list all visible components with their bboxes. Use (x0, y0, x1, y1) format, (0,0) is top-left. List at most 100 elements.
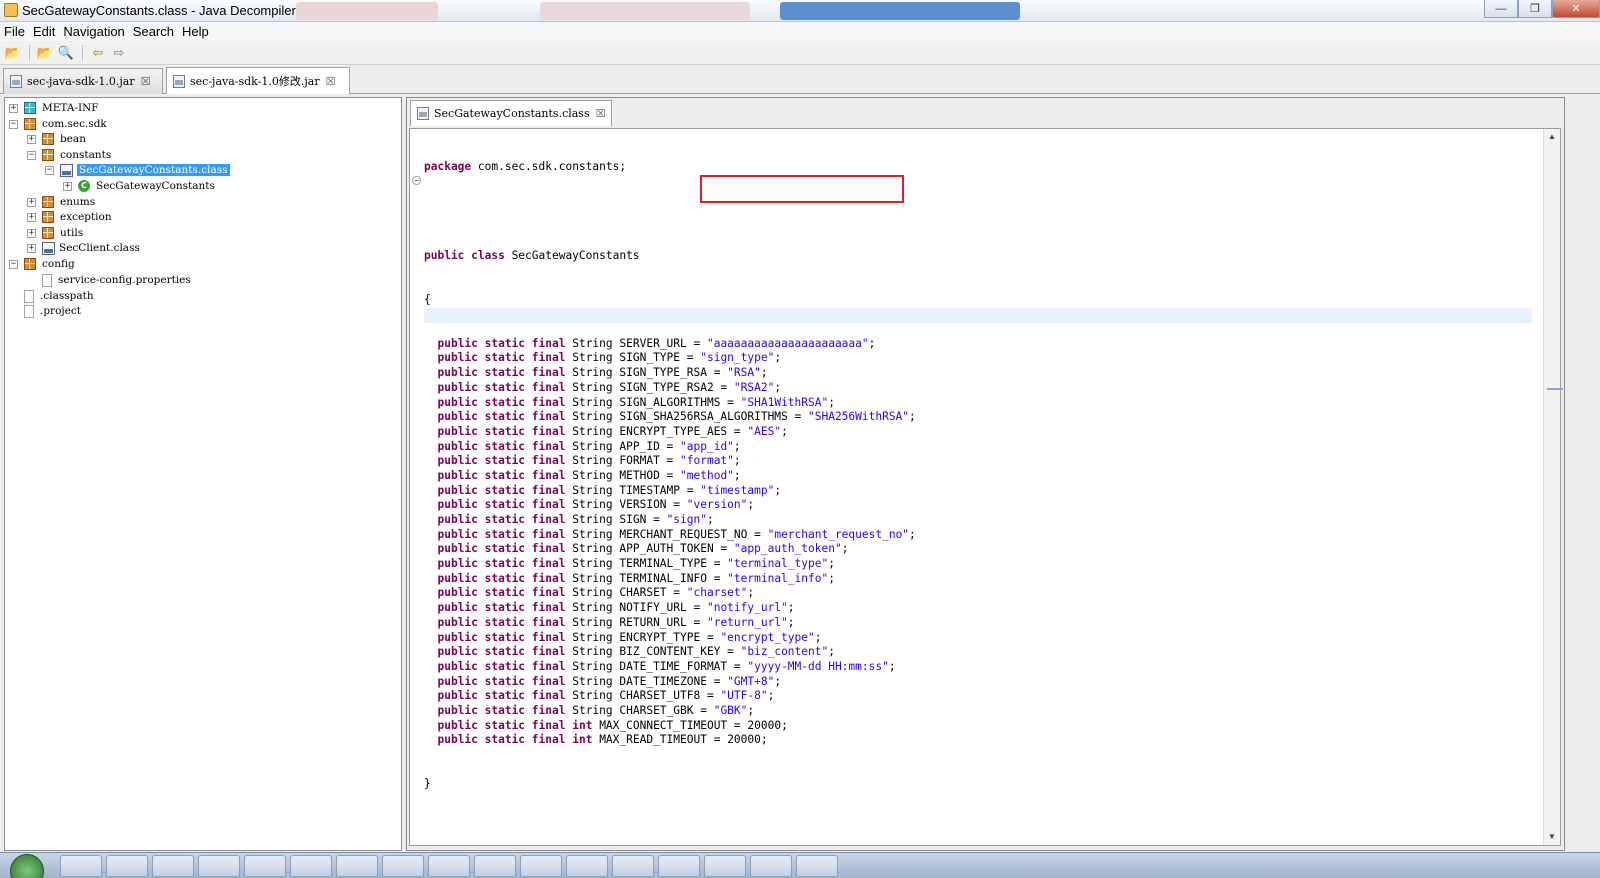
taskbar-item[interactable] (290, 855, 332, 877)
open-type-button[interactable]: 📂 (35, 43, 55, 63)
field-value: "version" (686, 498, 748, 512)
maximize-button[interactable]: ❐ (1518, 0, 1552, 18)
collapse-icon[interactable]: − (9, 119, 18, 129)
scroll-down-icon[interactable]: ▼ (1544, 829, 1560, 845)
taskbar-item[interactable] (704, 855, 746, 877)
collapse-icon[interactable]: − (45, 165, 54, 175)
menu-file[interactable]: File (4, 24, 25, 39)
taskbar-item[interactable] (750, 855, 792, 877)
expand-icon[interactable]: + (27, 197, 36, 207)
tree-item-secclient-class[interactable]: + SecClient.class (27, 240, 140, 256)
tree-item-project[interactable]: .project (9, 303, 81, 319)
tree-item-secgatewayconstants-class[interactable]: − SecGatewayConstants.class (45, 162, 230, 178)
tree-item-label: SecGatewayConstants.class (77, 164, 230, 176)
field-declaration: public static final String METHOD = "met… (424, 469, 916, 484)
open-file-button[interactable]: 📂 (3, 43, 23, 63)
field-value: "AES" (747, 424, 782, 438)
tree-item-meta-inf[interactable]: + META-INF (9, 100, 99, 116)
tree-item-classpath[interactable]: .classpath (9, 288, 94, 304)
assign-operator: = (713, 380, 734, 394)
back-button[interactable]: ⇦ (88, 43, 108, 63)
tree-item-exception[interactable]: + exception (27, 209, 112, 225)
menu-help[interactable]: Help (182, 24, 209, 39)
taskbar-item[interactable] (336, 855, 378, 877)
semicolon: ; (706, 513, 714, 527)
expand-icon[interactable]: + (27, 228, 36, 238)
tree-item-service-config[interactable]: service-config.properties (27, 272, 191, 288)
forward-button[interactable]: ⇨ (109, 43, 129, 63)
assign-operator: = (713, 542, 734, 556)
taskbar-item[interactable] (152, 855, 194, 877)
editor-panel: SecGatewayConstants.class ☒ − package co… (406, 97, 1565, 851)
field-declaration: public static final String SIGN_TYPE_RSA… (424, 381, 916, 396)
tab-secgatewayconstants-class[interactable]: SecGatewayConstants.class ☒ (410, 100, 613, 126)
field-type: String (572, 395, 613, 409)
menu-edit[interactable]: Edit (33, 24, 55, 39)
field-value: "GBK" (713, 703, 748, 717)
background-window-tab[interactable] (540, 2, 750, 20)
tree-spacer (9, 306, 18, 316)
assign-operator: = (659, 468, 681, 482)
vertical-scrollbar[interactable]: ▲ ▼ (1543, 129, 1560, 845)
taskbar-item[interactable] (428, 855, 470, 877)
field-value: "sign" (666, 513, 707, 527)
field-value: 20000 (727, 733, 761, 747)
background-window-tab[interactable] (780, 2, 1020, 20)
keyword: public static final (437, 615, 566, 629)
tree-item-bean[interactable]: + bean (27, 131, 86, 147)
assign-operator: = (686, 601, 707, 615)
expand-icon[interactable]: + (63, 181, 72, 191)
collapse-icon[interactable]: − (27, 150, 36, 160)
keyword: public static final (437, 601, 566, 615)
taskbar-item[interactable] (198, 855, 240, 877)
taskbar-item[interactable] (612, 855, 654, 877)
minimize-button[interactable]: — (1484, 0, 1518, 18)
expand-icon[interactable]: + (27, 212, 36, 222)
tab-label: SecGatewayConstants.class (434, 107, 590, 120)
expand-icon[interactable]: + (27, 134, 36, 144)
tab-sec-java-sdk-jar[interactable]: sec-java-sdk-1.0.jar ☒ (3, 68, 163, 94)
fold-toggle-icon[interactable]: − (412, 176, 421, 185)
taskbar-item[interactable] (566, 855, 608, 877)
scroll-up-icon[interactable]: ▲ (1544, 129, 1560, 145)
taskbar-item[interactable] (244, 855, 286, 877)
tree-item-enums[interactable]: + enums (27, 194, 95, 210)
close-tab-icon[interactable]: ☒ (326, 75, 336, 88)
semicolon: ; (733, 454, 741, 468)
toolbar: 📂 📂 🔍 ⇦ ⇨ (0, 41, 1600, 65)
close-button[interactable]: ✕ (1552, 0, 1600, 18)
menu-search[interactable]: Search (133, 24, 174, 39)
tree-item-constants[interactable]: − constants (27, 147, 111, 163)
taskbar-item[interactable] (796, 855, 838, 877)
assign-operator: = (747, 527, 768, 541)
search-button[interactable]: 🔍 (56, 43, 76, 63)
taskbar-item[interactable] (382, 855, 424, 877)
field-name: SIGN_ALGORITHMS (619, 395, 721, 409)
tab-sec-java-sdk-modified-jar[interactable]: sec-java-sdk-1.0修改.jar ☒ (166, 67, 350, 94)
tree-item-label: SecClient.class (59, 242, 140, 254)
taskbar-item[interactable] (106, 855, 148, 877)
code-editor[interactable]: − package com.sec.sdk.constants; public … (409, 128, 1561, 846)
semicolon: ; (747, 703, 755, 717)
expand-icon[interactable]: + (9, 103, 18, 113)
background-window-tab[interactable] (296, 2, 438, 20)
taskbar-item[interactable] (520, 855, 562, 877)
collapse-icon[interactable]: − (9, 259, 18, 269)
tree-item-com-sec-sdk[interactable]: − com.sec.sdk (9, 116, 107, 132)
taskbar-item[interactable] (60, 855, 102, 877)
expand-icon[interactable]: + (27, 243, 36, 253)
taskbar-item[interactable] (474, 855, 516, 877)
tree-item-utils[interactable]: + utils (27, 225, 83, 241)
package-tree: + META-INF − com.sec.sdk + bean − consta… (4, 97, 402, 851)
taskbar-item[interactable] (658, 855, 700, 877)
close-tab-icon[interactable]: ☒ (141, 75, 151, 88)
package-icon (24, 258, 36, 270)
field-name: FORMAT (619, 454, 660, 468)
close-tab-icon[interactable]: ☒ (596, 107, 606, 120)
menu-navigation[interactable]: Navigation (63, 24, 124, 39)
start-button[interactable] (10, 854, 44, 878)
tree-item-secgatewayconstants[interactable]: + C SecGatewayConstants (63, 178, 215, 194)
tree-item-config[interactable]: − config (9, 256, 75, 272)
